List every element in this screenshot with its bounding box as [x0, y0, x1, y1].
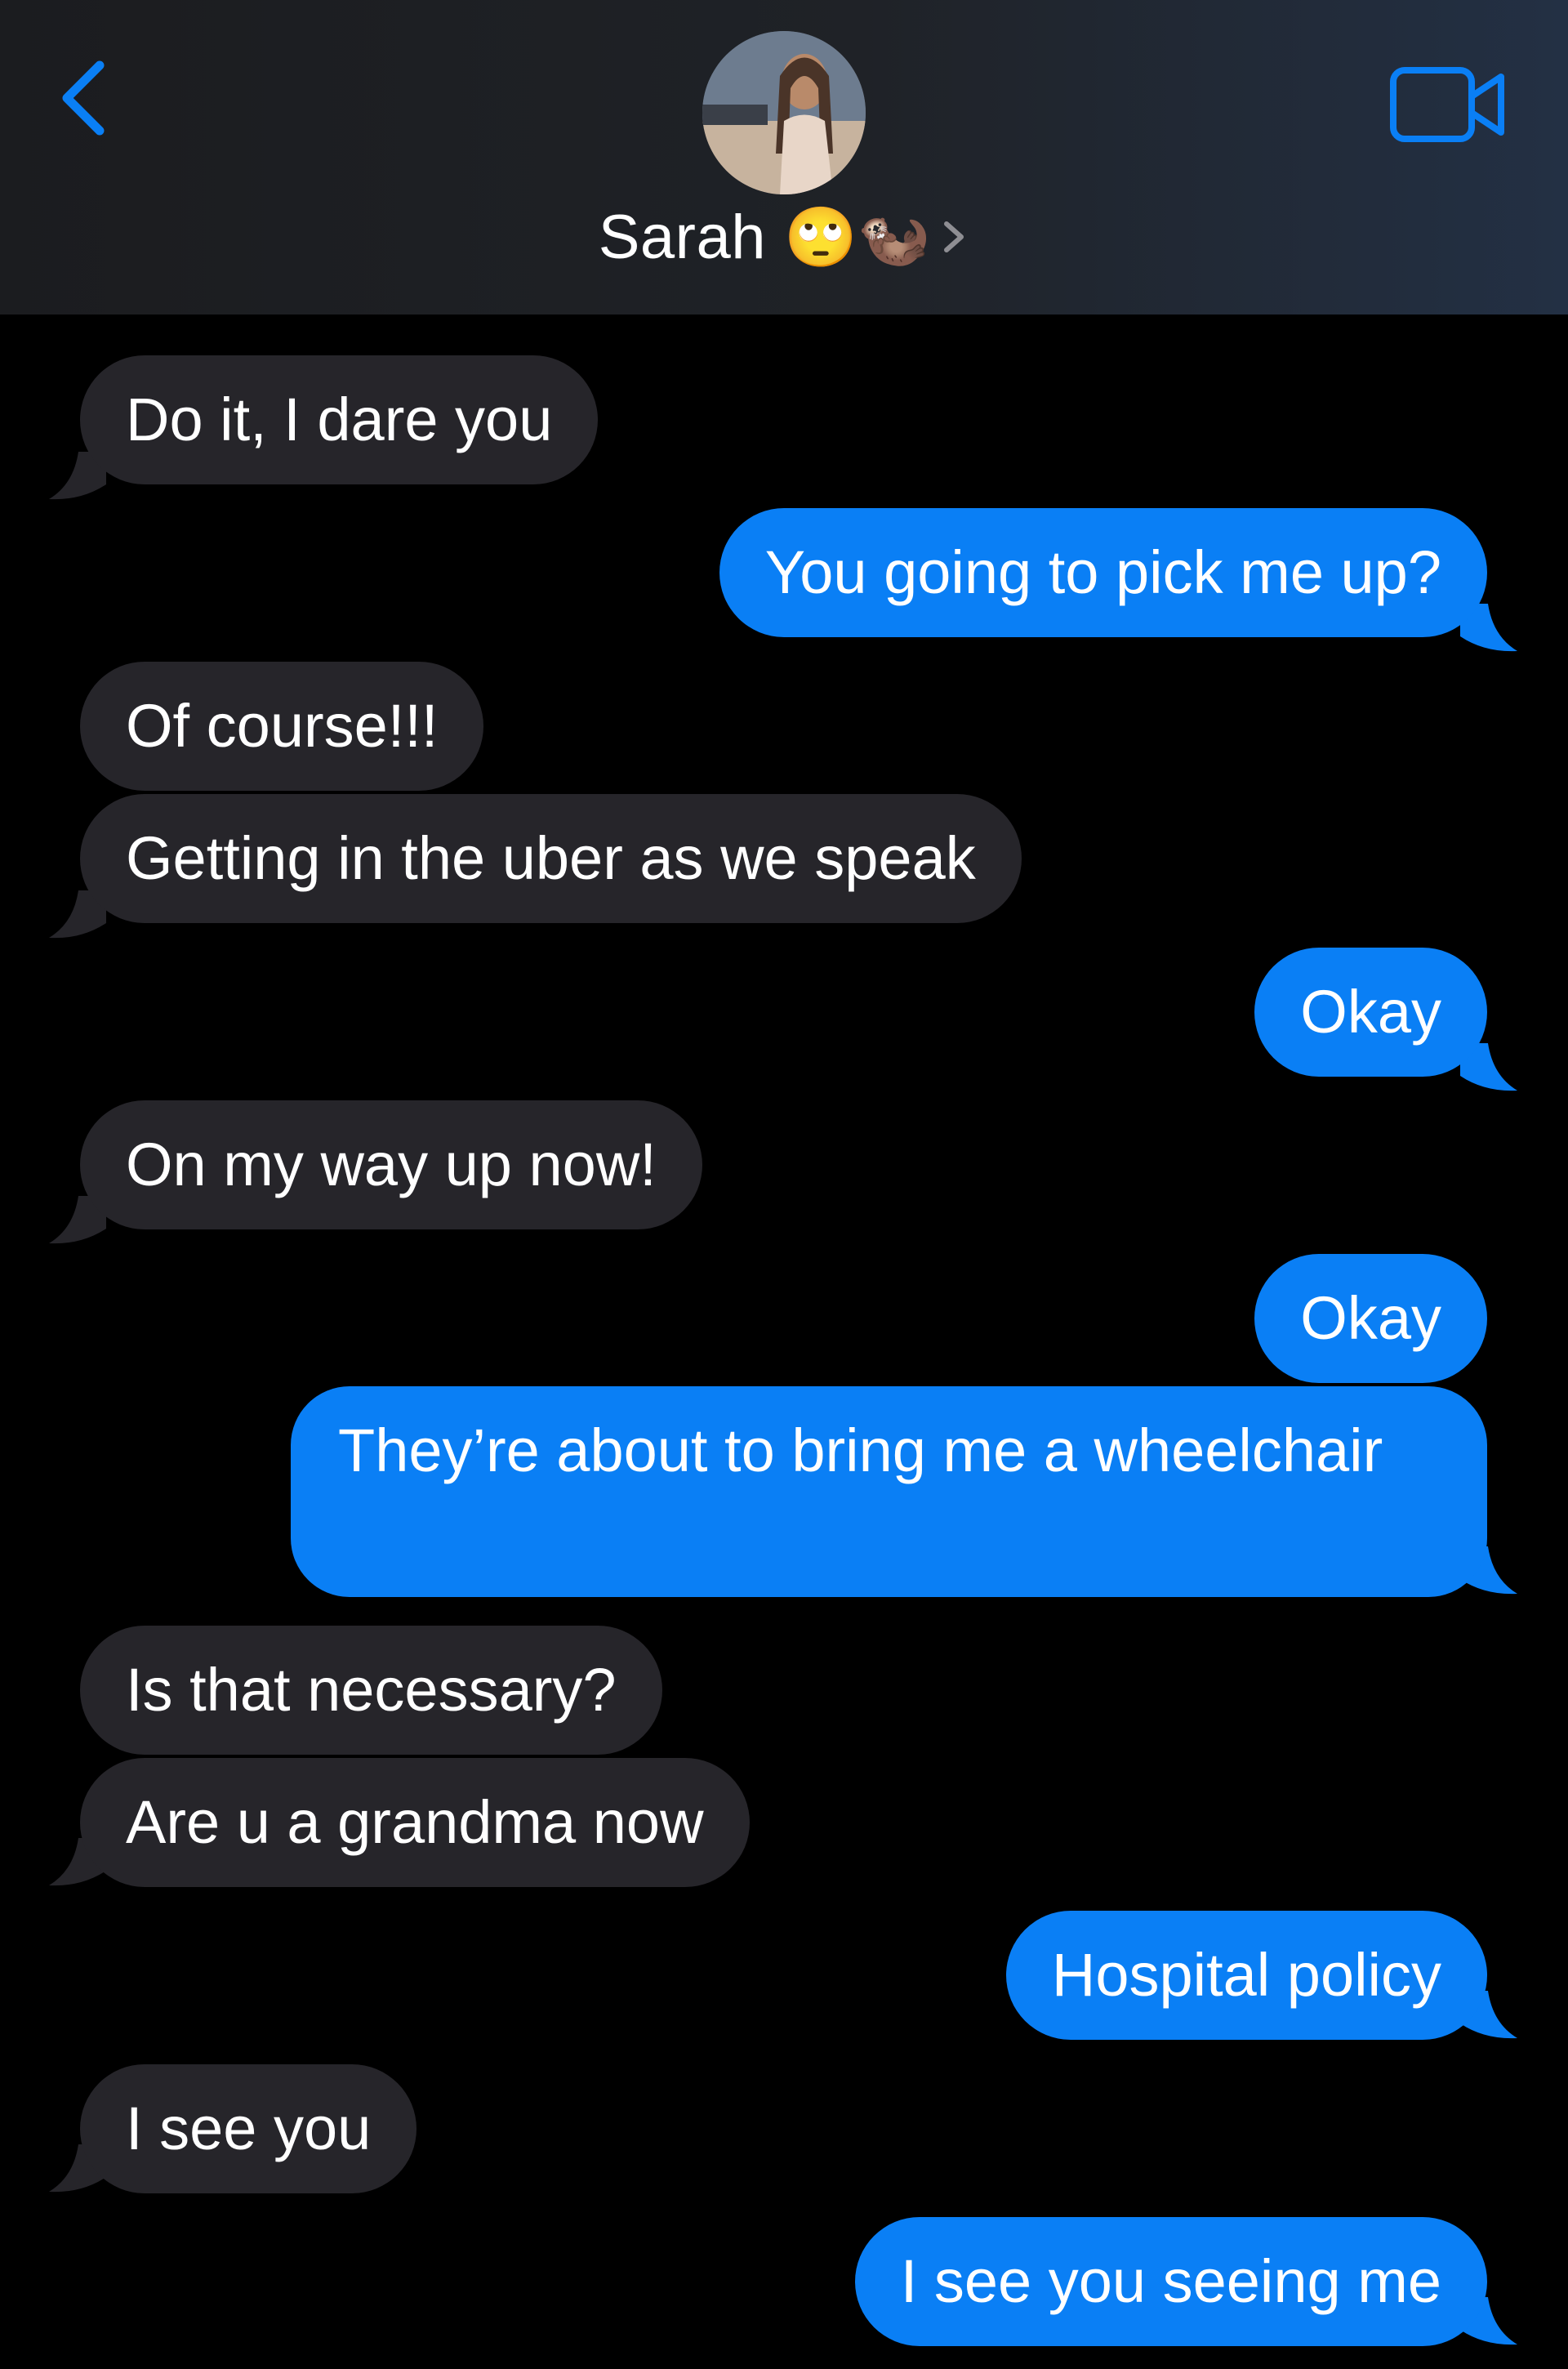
contact-details-link[interactable]: Sarah 🙄🦦 [0, 196, 1568, 278]
message-bubble-received[interactable]: Of course!!! [80, 662, 484, 791]
message-bubble-received[interactable]: Are u a grandma now [80, 1758, 750, 1887]
avatar[interactable] [702, 31, 866, 194]
message-bubble-received[interactable]: On my way up now! [80, 1100, 702, 1229]
contact-name: Sarah [598, 202, 766, 272]
back-button[interactable] [49, 49, 122, 147]
message-thread[interactable]: Do it, I dare you You going to pick me u… [0, 315, 1568, 2369]
avatar-photo [702, 31, 866, 194]
message-bubble-sent[interactable]: Hospital policy [1005, 1911, 1487, 2040]
conversation-header: Sarah 🙄🦦 [0, 0, 1568, 315]
message-bubble-sent[interactable]: I see you seeing me [854, 2217, 1487, 2346]
facetime-video-button[interactable] [1388, 64, 1511, 145]
message-bubble-received[interactable]: Is that necessary? [80, 1626, 662, 1755]
message-bubble-received[interactable]: Do it, I dare you [80, 355, 599, 484]
message-bubble-sent[interactable]: They’re about to bring me a wheelchair [291, 1386, 1487, 1597]
contact-emoji: 🙄🦦 [784, 202, 931, 271]
chevron-left-icon [62, 60, 105, 136]
video-camera-icon [1390, 67, 1504, 142]
message-bubble-sent[interactable]: Okay [1254, 948, 1487, 1077]
message-bubble-received[interactable]: I see you [80, 2064, 417, 2193]
message-bubble-sent[interactable]: You going to pick me up? [719, 508, 1487, 637]
message-bubble-sent[interactable]: Okay [1254, 1254, 1487, 1383]
message-bubble-received[interactable]: Getting in the uber as we speak [80, 794, 1022, 923]
chevron-right-icon [944, 221, 964, 252]
